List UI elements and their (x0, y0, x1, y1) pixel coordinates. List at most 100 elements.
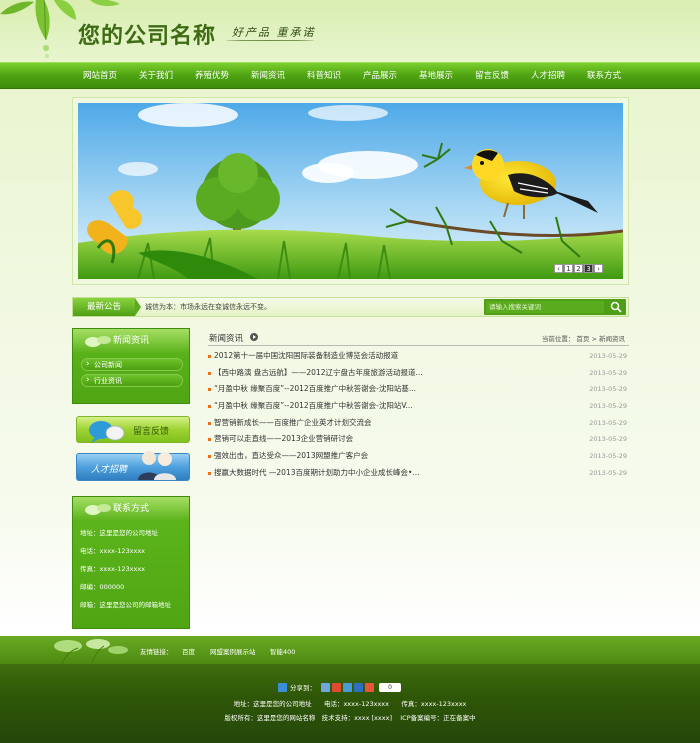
notice-bar: 最新公告 诚信为本：市场永远在变诚信永远不变。 (72, 297, 629, 317)
nav-item-news[interactable]: 新闻资讯 (240, 63, 296, 90)
breadcrumb-separator: > (591, 335, 597, 343)
nav-item-science[interactable]: 科普知识 (296, 63, 352, 90)
nav-item-products[interactable]: 产品展示 (352, 63, 408, 90)
feedback-button-label: 留言反馈 (133, 427, 170, 437)
sidebar-news-box: 新闻资讯 公司新闻 行业资讯 (72, 328, 190, 404)
footer-copyright-line: 版权所有：这里是您的网站名称 技术支持：xxxx [xxxx] ICP备案编号：… (224, 714, 476, 722)
chat-bubble-icon (89, 421, 125, 443)
search-box (484, 299, 626, 315)
share-label: 分享到： (290, 684, 316, 692)
share-renren-icon[interactable] (354, 682, 363, 692)
contact-info: 地址：这里是您的公司地址 电话：xxxx-123xxxx 传真：xxxx-123… (73, 521, 189, 614)
slider-prev-icon[interactable]: ‹ (554, 264, 563, 273)
news-item-title[interactable]: 【西中路演 盘古远航】——2012辽宁盘古年度旅游活动报道... (214, 368, 423, 377)
nav-item-advantages[interactable]: 养殖优势 (184, 63, 240, 90)
news-item[interactable]: 2012第十一届中国沈阳国际装备制造业博览会活动报道 2013-05-29 (208, 348, 629, 365)
share-plus-icon[interactable] (278, 682, 287, 692)
sidebar-link-industry-news[interactable]: 行业资讯 (81, 374, 183, 387)
breadcrumb: 当前位置： 首页 > 新闻资讯 (542, 333, 625, 343)
slogan-underline (226, 39, 314, 41)
jobs-button[interactable]: 人才招聘 (76, 451, 190, 481)
news-item-date: 2013-05-29 (589, 452, 627, 461)
slider-next-icon[interactable]: › (594, 264, 603, 273)
sidebar-contact-box: 联系方式 地址：这里是您的公司地址 电话：xxxx-123xxxx 传真：xxx… (72, 496, 190, 629)
slider-pagination: ‹ 1 2 3 › (554, 264, 603, 273)
news-item[interactable]: 营销可以走直线——2013企业营销研讨会 2013-05-29 (208, 431, 629, 448)
friend-link-wangmeng[interactable]: 网盟案例展示站 (210, 646, 256, 656)
slogan: 好产品 重承诺 (232, 26, 316, 39)
news-item-date: 2013-05-29 (589, 385, 627, 394)
share-tencent-weibo-icon[interactable] (343, 682, 352, 692)
contact-address: 地址：这里是您的公司地址 (80, 529, 158, 537)
news-item-title[interactable]: 强效出击，直达受众——2013网盟推广客户会 (214, 451, 368, 460)
news-item[interactable]: 【西中路演 盘古远航】——2012辽宁盘古年度旅游活动报道... 2013-05-… (208, 365, 629, 382)
nav-item-jobs[interactable]: 人才招聘 (520, 63, 576, 90)
feedback-button[interactable]: 留言反馈 (76, 416, 190, 443)
notice-label: 最新公告 (73, 298, 141, 316)
leaf-icon (85, 336, 111, 347)
leaf-icon (85, 504, 111, 515)
main-nav: 网站首页 关于我们 养殖优势 新闻资讯 科普知识 产品展示 基地展示 留言反馈 … (0, 62, 700, 89)
news-item-title[interactable]: 搜赢大数据时代 —2013百度期计划助力中小企业成长峰会•... (214, 468, 420, 477)
footer: 分享到： 0 地址：这里是您的公司地址 电话：xxxx-123xxxx 传真：x… (0, 664, 700, 743)
people-icon (138, 451, 176, 480)
jobs-button-label: 人才招聘 (91, 465, 128, 475)
sidebar-contact-header: 联系方式 (73, 497, 189, 521)
nav-item-about[interactable]: 关于我们 (128, 63, 184, 90)
breadcrumb-prefix: 当前位置： (541, 335, 575, 343)
leaf-decoration-icon (54, 639, 128, 664)
sidebar-contact-title: 联系方式 (113, 504, 150, 514)
nav-item-feedback[interactable]: 留言反馈 (464, 63, 520, 90)
play-arrow-icon (250, 333, 258, 341)
header: 您的公司名称 好产品 重承诺 (0, 0, 700, 62)
nav-item-contact[interactable]: 联系方式 (576, 63, 632, 90)
slider-page-active[interactable]: 3 (584, 264, 593, 273)
share-weibo-icon[interactable] (332, 682, 341, 692)
news-item-title[interactable]: “月盈中秋 缘聚百度”--2012百度推广中秋答谢会-沈阳站基... (214, 384, 416, 393)
slider-page[interactable]: 1 (564, 264, 573, 273)
breadcrumb-home[interactable]: 首页 (576, 335, 589, 343)
sidebar-news-title: 新闻资讯 (113, 336, 150, 346)
share-count: 0 (379, 682, 401, 692)
contact-zip: 邮编：000000 (80, 583, 125, 591)
news-item[interactable]: 强效出击，直达受众——2013网盟推广客户会 2013-05-29 (208, 448, 629, 465)
news-item-date: 2013-05-29 (589, 368, 627, 377)
news-list: 2012第十一届中国沈阳国际装备制造业博览会活动报道 2013-05-29 【西中… (208, 348, 629, 482)
friend-links-label: 友情链接： (140, 648, 173, 656)
breadcrumb-current: 新闻资讯 (599, 335, 625, 343)
sidebar-link-company-news[interactable]: 公司新闻 (81, 358, 183, 371)
contact-fax: 传真：xxxx-123xxxx (80, 565, 146, 573)
friend-link-400[interactable]: 智能400 (270, 646, 295, 656)
news-item-date: 2013-05-29 (589, 402, 627, 411)
contact-email: 邮箱：这里是您公司的邮箱地址 (80, 601, 171, 609)
share-qzone-icon[interactable] (321, 682, 330, 692)
news-item-title[interactable]: 营销可以走直线——2013企业营销研讨会 (214, 434, 353, 443)
news-item[interactable]: 搜赢大数据时代 —2013百度期计划助力中小企业成长峰会•... 2013-05-… (208, 465, 629, 482)
news-item-title[interactable]: 智营销新成长——百度推广企业英才计划交流会 (214, 418, 372, 427)
nav-item-base[interactable]: 基地展示 (408, 63, 464, 90)
nav-item-home[interactable]: 网站首页 (72, 63, 128, 90)
share-kaixin-icon[interactable] (365, 682, 374, 692)
news-item-date: 2013-05-29 (589, 435, 627, 444)
news-section-header: 新闻资讯 当前位置： 首页 > 新闻资讯 (208, 331, 629, 346)
search-icon[interactable] (610, 301, 622, 313)
banner-frame: ‹ 1 2 3 › (72, 97, 629, 285)
news-item[interactable]: 智营销新成长——百度推广企业英才计划交流会 2013-05-29 (208, 415, 629, 432)
news-item-date: 2013-05-29 (589, 418, 627, 427)
news-item[interactable]: “月盈中秋 缘聚百度”--2012百度推广中秋答谢会-沈阳站V... 2013-0… (208, 398, 629, 415)
friend-link-baidu[interactable]: 百度 (182, 646, 195, 656)
share-bar: 分享到： 0 (278, 682, 401, 692)
news-item-title[interactable]: “月盈中秋 缘聚百度”--2012百度推广中秋答谢会-沈阳站V... (214, 401, 413, 410)
banner-image (78, 103, 623, 279)
friend-links-bar: 友情链接： 百度 网盟案例展示站 智能400 (0, 636, 700, 664)
news-item-title[interactable]: 2012第十一届中国沈阳国际装备制造业博览会活动报道 (214, 351, 398, 360)
banner-slider[interactable]: ‹ 1 2 3 › (78, 103, 623, 279)
sidebar-news-header: 新闻资讯 (73, 329, 189, 353)
news-item[interactable]: “月盈中秋 缘聚百度”--2012百度推广中秋答谢会-沈阳站基... 2013-0… (208, 381, 629, 398)
search-input[interactable] (486, 301, 604, 313)
news-section-title: 新闻资讯 (209, 334, 244, 344)
notice-text: 诚信为本：市场永远在变诚信永远不变。 (145, 303, 271, 311)
news-item-date: 2013-05-29 (589, 468, 627, 477)
slider-page[interactable]: 2 (574, 264, 583, 273)
site-title: 您的公司名称 (78, 23, 217, 49)
